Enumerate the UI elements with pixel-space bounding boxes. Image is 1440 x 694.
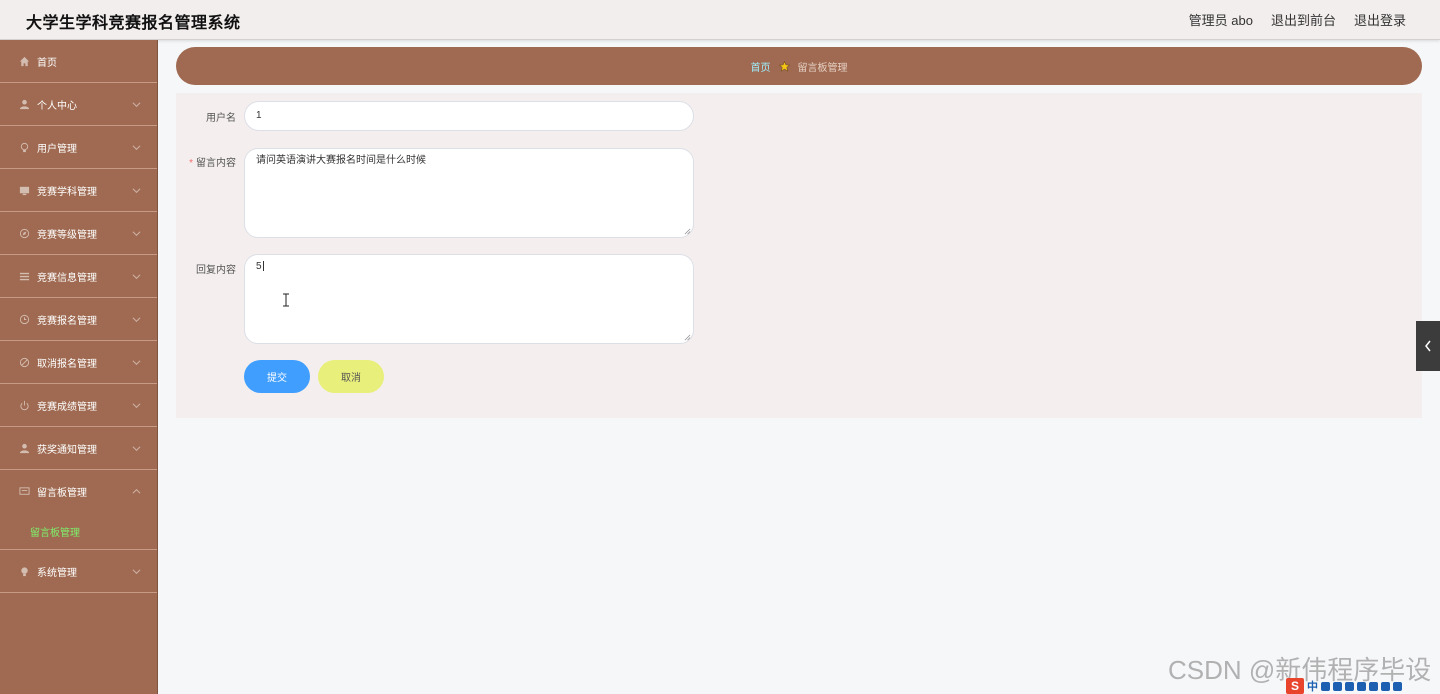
chevron-down-icon [132,188,141,194]
reply-label: 回复内容 [176,261,236,276]
ime-mode-indicator[interactable]: 中 [1307,678,1318,694]
logout-link[interactable]: 退出登录 [1354,10,1406,29]
breadcrumb: 首页 留言板管理 [176,47,1422,85]
resize-handle-icon[interactable] [684,334,691,341]
message-content-text: 请问英语演讲大赛报名时间是什么时候 [256,155,426,166]
chevron-left-icon [1425,340,1431,352]
sidebar-item-label: 竞赛报名管理 [37,315,97,327]
keyboard-icon[interactable] [1357,681,1366,691]
disabled-icon [18,356,30,368]
sidebar-item-label: 竞赛等级管理 [37,229,97,241]
sidebar-item-registration-management[interactable]: 竞赛报名管理 [0,298,157,341]
message-icon [18,486,30,498]
power-icon [18,399,30,411]
chevron-down-icon [132,360,141,366]
user-icon [18,442,30,454]
breadcrumb-home[interactable]: 首页 [751,59,771,74]
sogou-logo-icon[interactable]: S [1286,678,1304,694]
chevron-down-icon [132,231,141,237]
skin-icon[interactable] [1381,681,1390,691]
chevron-down-icon [132,446,141,452]
sidebar: 首页 个人中心 用户管理 竞赛学科管理 竞赛等级管理 竞赛信息管理 竞赛报名管理… [0,40,158,694]
reply-content-text: 5 [256,261,262,272]
sidebar-item-user-management[interactable]: 用户管理 [0,126,157,169]
form-panel: 用户名 1 * 留言内容 请问英语演讲大赛报名时间是什么时候 回复内容 5 提交 … [176,93,1422,418]
submit-button[interactable]: 提交 [244,360,310,393]
sidebar-item-personal-center[interactable]: 个人中心 [0,83,157,126]
grid-menu-icon[interactable] [1393,681,1402,691]
sidebar-item-label: 竞赛成绩管理 [37,401,97,413]
toolbox-icon[interactable] [1369,681,1378,691]
mouse-ibeam-cursor-icon [283,293,289,307]
content-label: * 留言内容 [176,154,236,169]
chevron-down-icon [132,145,141,151]
star-icon [778,60,790,72]
submenu-message-board[interactable]: 留言板管理 [0,513,157,550]
sidebar-item-info-management[interactable]: 竞赛信息管理 [0,255,157,298]
compass-icon [18,227,30,239]
sidebar-item-subject-management[interactable]: 竞赛学科管理 [0,169,157,212]
sidebar-item-level-management[interactable]: 竞赛等级管理 [0,212,157,255]
top-header: 大学生学科竞赛报名管理系统 管理员 abo 退出到前台 退出登录 [0,0,1440,40]
sidebar-item-label: 取消报名管理 [37,358,97,370]
chevron-down-icon [132,403,141,409]
sidebar-item-system-management[interactable]: 系统管理 [0,550,157,593]
sidebar-item-message-board[interactable]: 留言板管理 [0,470,157,513]
chevron-down-icon [132,274,141,280]
username-label-text: 用户名 [206,113,236,124]
breadcrumb-current: 留言板管理 [797,62,848,74]
reply-content-field[interactable]: 5 [244,254,694,344]
side-panel-toggle[interactable] [1416,321,1440,371]
chevron-down-icon [132,569,141,575]
required-asterisk: * [189,158,193,169]
bulb-icon [18,141,30,153]
chevron-down-icon [132,102,141,108]
sidebar-item-cancel-registration[interactable]: 取消报名管理 [0,341,157,384]
sidebar-item-score-management[interactable]: 竞赛成绩管理 [0,384,157,427]
sidebar-item-award-notice[interactable]: 获奖通知管理 [0,427,157,470]
sidebar-item-home[interactable]: 首页 [0,40,157,83]
sidebar-item-label: 用户管理 [37,143,77,155]
sidebar-item-label: 竞赛学科管理 [37,186,97,198]
text-caret [262,261,264,272]
sidebar-item-label: 系统管理 [37,567,77,579]
back-to-frontend-link[interactable]: 退出到前台 [1271,10,1336,29]
home-icon [18,55,30,67]
cancel-button[interactable]: 取消 [318,360,384,393]
bulb-icon [18,565,30,577]
emoji-icon[interactable] [1333,681,1342,691]
app-title: 大学生学科竞赛报名管理系统 [26,15,241,32]
reply-label-text: 回复内容 [196,265,236,276]
user-icon [18,98,30,110]
username-label: 用户名 [176,109,236,124]
admin-name: 管理员 abo [1188,13,1253,28]
sidebar-item-label: 获奖通知管理 [37,444,97,456]
username-field[interactable]: 1 [244,101,694,131]
content-label-text: 留言内容 [196,158,236,169]
sidebar-item-label: 竞赛信息管理 [37,272,97,284]
monitor-icon [18,184,30,196]
sidebar-item-label: 个人中心 [37,100,77,112]
message-content-field[interactable]: 请问英语演讲大赛报名时间是什么时候 [244,148,694,238]
clock-icon [18,313,30,325]
header-actions: 管理员 abo 退出到前台 退出登录 [1189,10,1406,29]
ime-toolbar: S 中 [1286,678,1402,694]
sidebar-item-label: 首页 [37,57,57,69]
chevron-down-icon [132,317,141,323]
punctuation-icon[interactable] [1321,681,1330,691]
voice-icon[interactable] [1345,681,1354,691]
chevron-up-icon [132,488,141,494]
sidebar-item-label: 留言板管理 [37,488,87,499]
resize-handle-icon[interactable] [684,228,691,235]
list-icon [18,270,30,282]
